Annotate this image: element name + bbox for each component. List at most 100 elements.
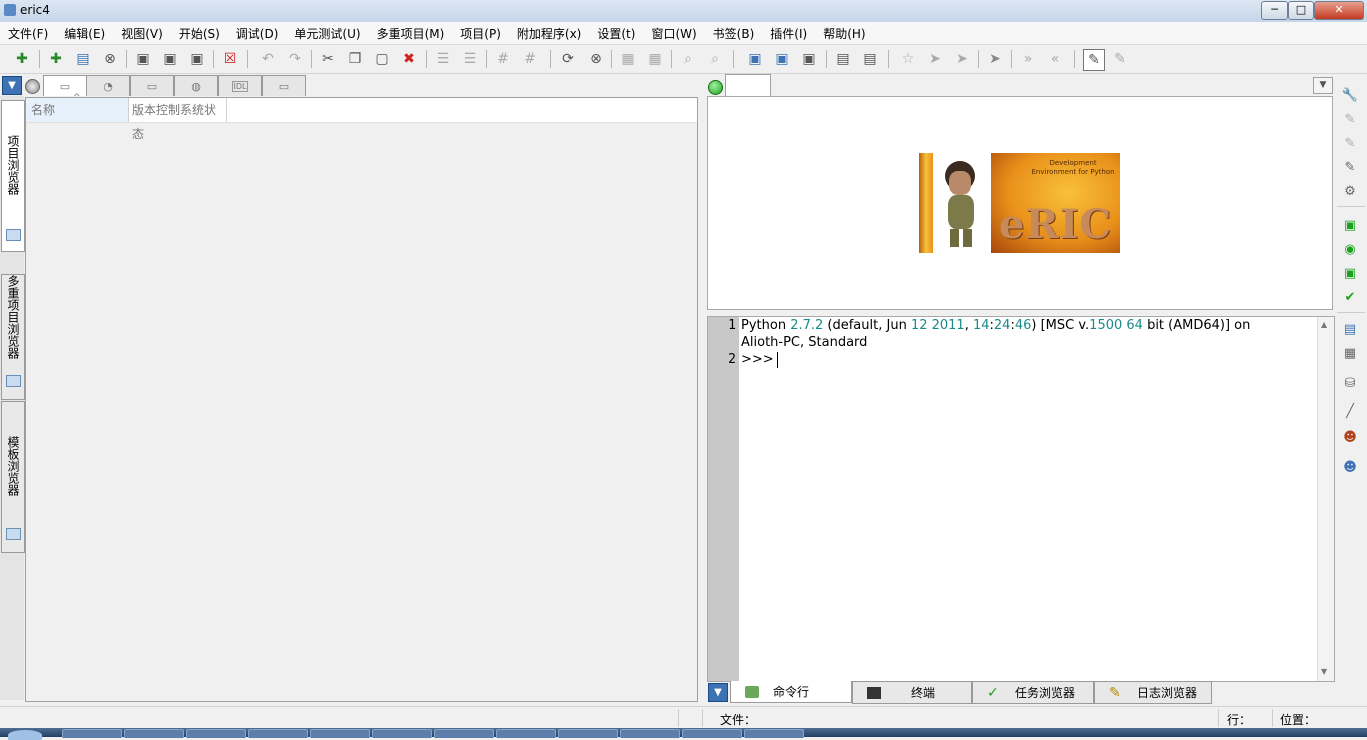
- menu-item-2[interactable]: 视图(V): [113, 25, 171, 42]
- start-orb-icon[interactable]: [8, 730, 42, 740]
- tool-wrench-4-icon[interactable]: ✎: [1341, 158, 1359, 176]
- menu-item-4[interactable]: 调试(D): [228, 25, 287, 42]
- minimize-button[interactable]: ─: [1261, 1, 1288, 20]
- menu-item-1[interactable]: 编辑(E): [56, 25, 113, 42]
- edit-profile-icon[interactable]: ✎: [1110, 49, 1130, 69]
- bottom-sidebar-toggle[interactable]: ▼: [708, 683, 728, 702]
- maximize-button[interactable]: □: [1288, 1, 1314, 20]
- save-as-icon[interactable]: ▣: [160, 49, 180, 69]
- tab-template-browser[interactable]: 模板浏览器: [1, 401, 25, 553]
- tab-resources[interactable]: ◍: [174, 75, 218, 96]
- tab-forms[interactable]: ◔: [86, 75, 130, 96]
- delete-icon[interactable]: ✖: [399, 49, 419, 69]
- exit-icon[interactable]: ☒: [220, 49, 240, 69]
- close-button[interactable]: ✕: [1314, 1, 1364, 20]
- editor-tab-empty[interactable]: [725, 74, 771, 97]
- menu-item-8[interactable]: 附加程序(x): [509, 25, 589, 42]
- unindent-icon[interactable]: ☰: [460, 49, 480, 69]
- left-sidebar-toggle[interactable]: ▼: [2, 76, 22, 95]
- bookmark-toggle-icon[interactable]: ☆: [898, 49, 918, 69]
- edit-green-4-icon[interactable]: ✔: [1341, 288, 1359, 306]
- tool-wrench-icon[interactable]: 🔧: [1341, 86, 1359, 104]
- tab-interfaces[interactable]: IDL: [218, 75, 262, 96]
- redo-icon[interactable]: ↷: [285, 49, 305, 69]
- scroll-up-arrow[interactable]: ▲: [1321, 320, 1327, 329]
- shell-scrollbar[interactable]: ▲ ▼: [1317, 317, 1334, 681]
- goto-icon[interactable]: ➤: [985, 49, 1005, 69]
- save-icon[interactable]: ▣: [133, 49, 153, 69]
- cut-icon[interactable]: ✂: [318, 49, 338, 69]
- shell-text-token: ) [MSC v.: [1031, 318, 1090, 333]
- open-project-icon[interactable]: ▣: [772, 49, 792, 69]
- edit-green-2-icon[interactable]: ◉: [1341, 240, 1359, 258]
- run-script-icon[interactable]: ▦: [618, 49, 638, 69]
- menu-item-9[interactable]: 设置(t): [589, 25, 643, 42]
- tab-list-dropdown-icon[interactable]: ▼: [1313, 77, 1333, 94]
- menu-bar: 文件(F) 编辑(E) 视图(V) 开始(S) 调试(D) 单元测试(U) 多重项目(M) 项…: [0, 22, 1367, 45]
- preferences-gear-icon[interactable]: ⚙: [1341, 182, 1359, 200]
- pen-icon[interactable]: ╱: [1341, 402, 1359, 420]
- scroll-down-arrow[interactable]: ▼: [1321, 667, 1327, 676]
- menu-item-7[interactable]: 项目(P): [452, 25, 509, 42]
- tab-shell[interactable]: 命令行: [730, 681, 852, 703]
- stop-icon[interactable]: ⊗: [586, 49, 606, 69]
- paste-icon[interactable]: ▢: [372, 49, 392, 69]
- shell-text-token: bit (AMD64)] on: [1142, 318, 1251, 333]
- prev-error-icon[interactable]: «: [1045, 49, 1065, 69]
- bookmark-prev-icon[interactable]: ➤: [952, 49, 972, 69]
- database-icon[interactable]: ▤: [1341, 320, 1359, 338]
- search-files-icon[interactable]: ⌕: [705, 49, 725, 69]
- sort-ascending-icon: ^: [73, 93, 81, 103]
- indent-icon[interactable]: ☰: [433, 49, 453, 69]
- new-window-icon[interactable]: ✚: [46, 49, 66, 69]
- user-search-icon[interactable]: ☻: [1341, 458, 1359, 476]
- copy-icon[interactable]: ❐: [345, 49, 365, 69]
- new-project-icon[interactable]: ▣: [745, 49, 765, 69]
- project-tree[interactable]: 名称 ^ 版本控制系统状态: [25, 93, 698, 702]
- terminal-icon: [867, 686, 881, 699]
- menu-item-6[interactable]: 多重项目(M): [369, 25, 453, 42]
- open-multiproject-icon[interactable]: ▤: [860, 49, 880, 69]
- edit-green-3-icon[interactable]: ▣: [1341, 264, 1359, 282]
- menu-item-5[interactable]: 单元测试(U): [286, 25, 368, 42]
- python-shell[interactable]: 1 2 Python 2.7.2 (default, Jun 12 2011, …: [707, 316, 1335, 682]
- tool-wrench-3-icon[interactable]: ✎: [1341, 134, 1359, 152]
- close-file-icon[interactable]: ⊗: [100, 49, 120, 69]
- tab-terminal[interactable]: 终端: [852, 681, 972, 704]
- shell-prompt[interactable]: >>>: [741, 352, 778, 367]
- bookmark-next-icon[interactable]: ➤: [925, 49, 945, 69]
- new-file-icon[interactable]: ✚: [12, 49, 32, 69]
- user-tools-icon[interactable]: ☻: [1341, 428, 1359, 446]
- run-project-icon[interactable]: ▦: [645, 49, 665, 69]
- tab-multiproject-browser[interactable]: 多重项目浏览器: [1, 274, 25, 400]
- tool-wrench-2-icon[interactable]: ✎: [1341, 110, 1359, 128]
- editor-area[interactable]: Development Environment for Python eRIC: [707, 96, 1333, 310]
- new-multiproject-icon[interactable]: ▤: [833, 49, 853, 69]
- column-vcs-status[interactable]: 版本控制系统状态: [127, 98, 227, 141]
- save-all-icon[interactable]: ▣: [187, 49, 207, 69]
- menu-item-12[interactable]: 插件(I): [762, 25, 815, 42]
- tab-others[interactable]: ▭: [262, 75, 306, 96]
- table-icon[interactable]: ▦: [1341, 344, 1359, 362]
- uncomment-icon[interactable]: #: [520, 49, 540, 69]
- menu-item-11[interactable]: 书签(B): [705, 25, 763, 42]
- menu-item-13[interactable]: 帮助(H): [815, 25, 873, 42]
- tab-translations[interactable]: ▭: [130, 75, 174, 96]
- edit-mode-icon[interactable]: ✎: [1083, 49, 1105, 71]
- close-project-icon[interactable]: ▣: [799, 49, 819, 69]
- undo-icon[interactable]: ↶: [258, 49, 278, 69]
- comment-icon[interactable]: #: [493, 49, 513, 69]
- edit-green-icon[interactable]: ▣: [1341, 216, 1359, 234]
- tab-project-browser[interactable]: 项目浏览器: [1, 100, 25, 252]
- next-error-icon[interactable]: »: [1018, 49, 1038, 69]
- search-icon[interactable]: ⌕: [678, 49, 698, 69]
- tab-task-viewer[interactable]: ✓ 任务浏览器: [972, 681, 1094, 704]
- print-icon[interactable]: ▤: [73, 49, 93, 69]
- menu-item-0[interactable]: 文件(F): [0, 25, 56, 42]
- storage-icon[interactable]: ⛁: [1341, 374, 1359, 392]
- menu-item-10[interactable]: 窗口(W): [643, 25, 704, 42]
- template-browser-icon: [6, 528, 21, 540]
- tab-log-viewer[interactable]: ✎ 日志浏览器: [1094, 681, 1212, 704]
- reload-icon[interactable]: ⟳: [558, 49, 578, 69]
- menu-item-3[interactable]: 开始(S): [171, 25, 228, 42]
